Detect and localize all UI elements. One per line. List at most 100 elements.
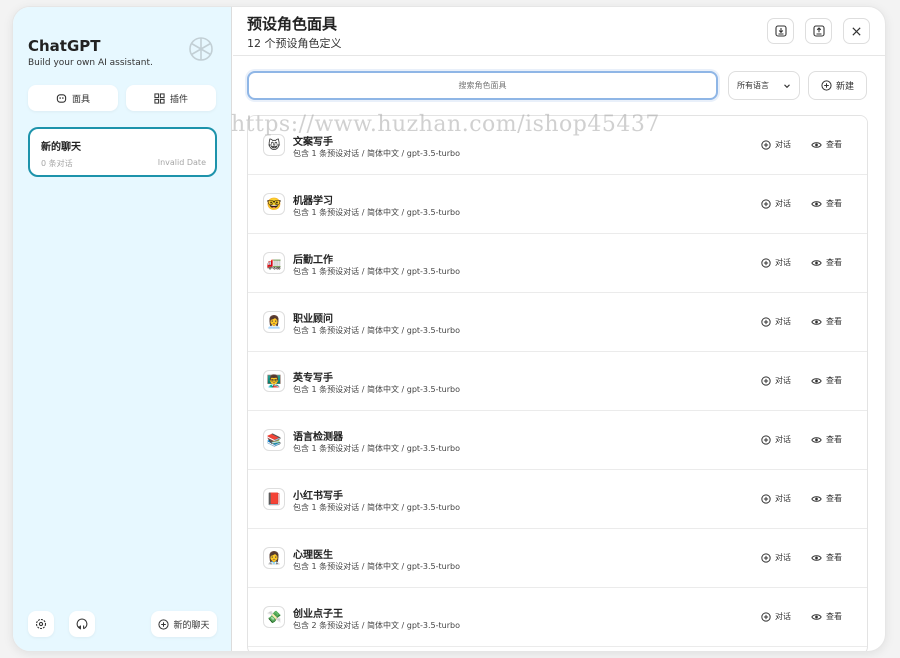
- mask-chat-button[interactable]: 对话: [761, 552, 791, 563]
- eye-icon: [811, 259, 822, 266]
- eye-icon: [811, 613, 822, 620]
- mask-button[interactable]: 面具: [28, 85, 118, 111]
- mask-avatar: 📕: [263, 488, 285, 510]
- settings-button[interactable]: [28, 611, 54, 637]
- mask-view-button[interactable]: 查看: [811, 316, 842, 327]
- new-chat-label: 新的聊天: [173, 620, 210, 631]
- mask-view-button[interactable]: 查看: [811, 434, 842, 445]
- download-icon: [774, 25, 787, 37]
- app-title: ChatGPT: [28, 37, 101, 55]
- mask-icon: [56, 93, 67, 103]
- eye-icon: [811, 141, 822, 148]
- eye-icon: [811, 554, 822, 561]
- language-select[interactable]: 所有语言: [728, 71, 800, 100]
- chat-message-count: 0 条对话: [41, 159, 73, 168]
- mask-view-label: 查看: [826, 612, 842, 621]
- mask-view-button[interactable]: 查看: [811, 198, 842, 209]
- mask-chat-label: 对话: [775, 494, 791, 503]
- mask-row[interactable]: 👩‍💼 职业顾问 包含 1 条预设对话 / 简体中文 / gpt-3.5-tur…: [248, 293, 867, 352]
- mask-name: 英专写手: [293, 373, 333, 384]
- plugin-button-label: 插件: [169, 94, 188, 105]
- mask-chat-button[interactable]: 对话: [761, 375, 791, 386]
- mask-row[interactable]: 💸 创业点子王 包含 2 条预设对话 / 简体中文 / gpt-3.5-turb…: [248, 588, 867, 647]
- mask-avatar: 📚: [263, 429, 285, 451]
- mask-view-button[interactable]: 查看: [811, 139, 842, 150]
- add-circle-icon: [761, 434, 771, 445]
- mask-name: 文案写手: [293, 137, 333, 148]
- mask-info: 包含 1 条预设对话 / 简体中文 / gpt-3.5-turbo: [293, 326, 460, 335]
- github-button[interactable]: [69, 611, 95, 637]
- plugin-button[interactable]: 插件: [126, 85, 216, 111]
- mask-view-label: 查看: [826, 140, 842, 149]
- mask-chat-button[interactable]: 对话: [761, 611, 791, 622]
- mask-view-label: 查看: [826, 258, 842, 267]
- settings-icon: [35, 618, 47, 630]
- mask-avatar: 👩‍⚕️: [263, 547, 285, 569]
- add-circle-icon: [761, 493, 771, 504]
- new-mask-label: 新建: [835, 82, 854, 92]
- mask-info: 包含 1 条预设对话 / 简体中文 / gpt-3.5-turbo: [293, 149, 460, 158]
- mask-name: 职业顾问: [293, 314, 333, 325]
- mask-name: 创业点子王: [293, 609, 343, 620]
- add-circle-icon: [761, 198, 771, 209]
- mask-name: 机器学习: [293, 196, 333, 207]
- mask-name: 语言检测器: [293, 432, 343, 443]
- eye-icon: [811, 377, 822, 384]
- mask-row[interactable]: 📕 小红书写手 包含 1 条预设对话 / 简体中文 / gpt-3.5-turb…: [248, 470, 867, 529]
- mask-row[interactable]: 👩‍⚕️ 心理医生 包含 1 条预设对话 / 简体中文 / gpt-3.5-tu…: [248, 529, 867, 588]
- mask-chat-button[interactable]: 对话: [761, 493, 791, 504]
- add-circle-icon: [761, 611, 771, 622]
- mask-list: 😸 文案写手 包含 1 条预设对话 / 简体中文 / gpt-3.5-turbo…: [247, 115, 868, 651]
- chat-list-item[interactable]: 新的聊天 0 条对话 Invalid Date: [28, 127, 217, 177]
- mask-chat-button[interactable]: 对话: [761, 139, 791, 150]
- mask-chat-button[interactable]: 对话: [761, 316, 791, 327]
- new-mask-button[interactable]: 新建: [808, 71, 867, 100]
- add-circle-icon: [761, 552, 771, 563]
- upload-icon: [812, 25, 825, 37]
- add-circle-icon: [761, 139, 771, 150]
- import-button[interactable]: [805, 18, 832, 44]
- mask-avatar: 🚛: [263, 252, 285, 274]
- mask-name: 小红书写手: [293, 491, 343, 502]
- github-icon: [76, 618, 88, 630]
- page-title: 预设角色面具: [247, 15, 338, 33]
- page-header: 预设角色面具 12 个预设角色定义: [233, 7, 885, 56]
- mask-chat-button[interactable]: 对话: [761, 434, 791, 445]
- chevron-down-icon: [784, 83, 790, 88]
- search-input[interactable]: [247, 71, 718, 100]
- mask-view-button[interactable]: 查看: [811, 257, 842, 268]
- mask-view-label: 查看: [826, 199, 842, 208]
- mask-avatar: 🤓: [263, 193, 285, 215]
- add-circle-icon: [158, 618, 170, 630]
- close-icon: [852, 26, 861, 36]
- mask-view-label: 查看: [826, 435, 842, 444]
- language-selected-value: 所有语言: [737, 81, 769, 90]
- mask-row[interactable]: 🚛 后勤工作 包含 1 条预设对话 / 简体中文 / gpt-3.5-turbo…: [248, 234, 867, 293]
- mask-chat-button[interactable]: 对话: [761, 257, 791, 268]
- mask-row[interactable]: 👨‍🏫 英专写手 包含 1 条预设对话 / 简体中文 / gpt-3.5-tur…: [248, 352, 867, 411]
- add-circle-icon: [761, 375, 771, 386]
- mask-row[interactable]: 😸 文案写手 包含 1 条预设对话 / 简体中文 / gpt-3.5-turbo…: [248, 116, 867, 175]
- mask-row[interactable]: 📚 语言检测器 包含 1 条预设对话 / 简体中文 / gpt-3.5-turb…: [248, 411, 867, 470]
- mask-chat-button[interactable]: 对话: [761, 198, 791, 209]
- plugin-grid-icon: [154, 92, 165, 104]
- mask-chat-label: 对话: [775, 376, 791, 385]
- add-circle-icon: [761, 257, 771, 268]
- mask-view-button[interactable]: 查看: [811, 375, 842, 386]
- app-window: ChatGPT Build your own AI assistant. 面具: [12, 6, 886, 652]
- download-button[interactable]: [767, 18, 794, 44]
- new-chat-button[interactable]: 新的聊天: [151, 611, 217, 637]
- mask-view-button[interactable]: 查看: [811, 552, 842, 563]
- mask-avatar: 💸: [263, 606, 285, 628]
- close-button[interactable]: [843, 18, 870, 44]
- mask-view-button[interactable]: 查看: [811, 493, 842, 504]
- mask-row[interactable]: 🤓 机器学习 包含 1 条预设对话 / 简体中文 / gpt-3.5-turbo…: [248, 175, 867, 234]
- mask-chat-label: 对话: [775, 199, 791, 208]
- mask-info: 包含 1 条预设对话 / 简体中文 / gpt-3.5-turbo: [293, 503, 460, 512]
- mask-chat-label: 对话: [775, 435, 791, 444]
- mask-view-button[interactable]: 查看: [811, 611, 842, 622]
- add-circle-icon: [761, 316, 771, 327]
- chat-title: 新的聊天: [41, 142, 81, 153]
- mask-info: 包含 1 条预设对话 / 简体中文 / gpt-3.5-turbo: [293, 267, 460, 276]
- mask-chat-label: 对话: [775, 258, 791, 267]
